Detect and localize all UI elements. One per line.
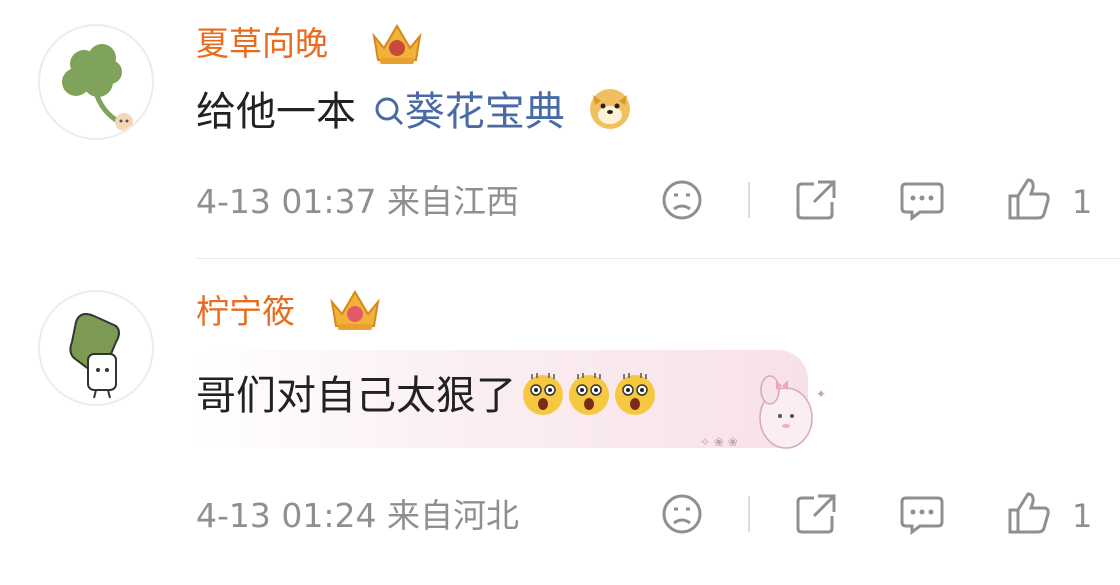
- avatar[interactable]: [38, 24, 154, 140]
- shocked-emoji-icon: [523, 373, 563, 415]
- username[interactable]: 柠宁筱: [196, 290, 295, 334]
- action-separator: [748, 182, 750, 218]
- comment-meta: 4-13 01:37 来自江西: [196, 182, 519, 221]
- reply-icon[interactable]: [900, 492, 944, 536]
- dislike-icon[interactable]: [660, 492, 704, 536]
- green-character-avatar-icon: [69, 313, 120, 399]
- dislike-icon[interactable]: [660, 178, 704, 222]
- share-icon[interactable]: [794, 178, 838, 222]
- comment-divider: [196, 258, 1120, 259]
- crown-badge-icon: [330, 290, 380, 330]
- search-icon: [375, 97, 403, 126]
- comment-item: 夏草向晚 给他一本 葵花宝典 4-13 01:37 来自江西 1: [0, 0, 1120, 260]
- pink-bunny-sticker-icon: ✧ ❀ ❀ ✦: [700, 375, 826, 449]
- avatar[interactable]: [38, 290, 154, 406]
- comment-text-prefix: 给他一本: [196, 89, 356, 135]
- doge-emoji-icon: [590, 89, 631, 129]
- action-separator: [748, 496, 750, 532]
- shocked-emoji-icon: [615, 373, 655, 415]
- comment-text: 给他一本 葵花宝典: [196, 84, 633, 140]
- reply-icon[interactable]: [900, 178, 944, 222]
- like-count: 1: [1072, 497, 1093, 535]
- shocked-emoji-icon: [569, 373, 609, 415]
- like-icon[interactable]: [1006, 490, 1052, 536]
- topic-label: 葵花宝典: [404, 89, 565, 135]
- comment-text-body: 哥们对自己太狠了: [196, 373, 516, 419]
- clover-avatar-icon: [62, 44, 133, 131]
- svg-text:✧ ❀ ❀: ✧ ❀ ❀: [700, 435, 738, 449]
- svg-text:✦: ✦: [816, 387, 826, 401]
- share-icon[interactable]: [794, 492, 838, 536]
- comment-text: 哥们对自己太狠了: [196, 368, 658, 424]
- crown-badge-icon: [372, 24, 422, 64]
- topic-link[interactable]: 葵花宝典: [369, 89, 578, 135]
- like-icon[interactable]: [1006, 176, 1052, 222]
- like-count: 1: [1072, 183, 1093, 221]
- comment-meta: 4-13 01:24 来自河北: [196, 496, 519, 535]
- comment-item: 柠宁筱 哥们对自己太狠了 ✧ ❀ ❀ ✦ 4-13 01:24 来自河北 1: [0, 260, 1120, 585]
- username[interactable]: 夏草向晚: [196, 22, 328, 66]
